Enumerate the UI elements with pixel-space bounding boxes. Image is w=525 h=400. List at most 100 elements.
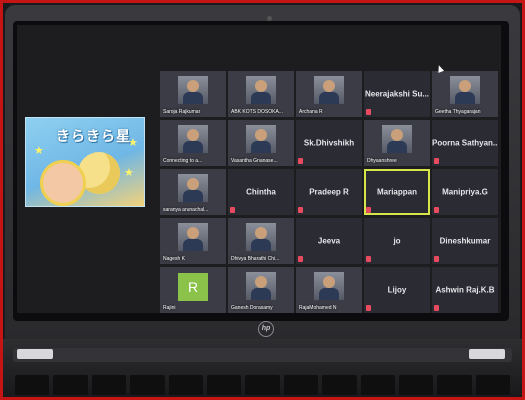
mic-muted-icon xyxy=(366,256,371,262)
shared-image-title: きらきら星 xyxy=(56,129,131,145)
person-head xyxy=(323,80,335,92)
participant-name: Jeeva xyxy=(317,236,341,246)
keyboard-key xyxy=(437,375,472,395)
participant-tile[interactable]: Nagesh K xyxy=(160,218,226,264)
person-head xyxy=(323,276,335,288)
participant-tile[interactable]: R Rajini xyxy=(160,267,226,313)
participant-tile[interactable]: Chintha xyxy=(228,169,294,215)
person-head xyxy=(187,178,199,190)
mic-muted-icon xyxy=(366,207,371,213)
participant-tile[interactable]: Ashwin Raj.K.B xyxy=(432,267,498,313)
person-head xyxy=(187,227,199,239)
person-body xyxy=(183,92,203,104)
person-body xyxy=(319,92,339,104)
participant-tile[interactable]: Jeeva xyxy=(296,218,362,264)
mic-muted-icon xyxy=(434,158,439,164)
person-body xyxy=(183,239,203,251)
keyboard-key xyxy=(322,375,357,395)
participant-tile[interactable]: Manipriya.G xyxy=(432,169,498,215)
participant-video xyxy=(450,76,480,104)
participant-tile[interactable]: saranya arunachal... xyxy=(160,169,226,215)
participant-name: saranya arunachal... xyxy=(163,207,209,213)
participant-name: Ganesh Dorasamy xyxy=(231,305,273,311)
shared-content-image: ★ ★ ★ きらきら星 xyxy=(25,117,145,207)
participant-tile[interactable]: Pradeep R xyxy=(296,169,362,215)
participant-video xyxy=(246,223,276,251)
participant-tile[interactable]: RajaMohamed N xyxy=(296,267,362,313)
participant-tile[interactable]: Sk.Dhivshikh xyxy=(296,120,362,166)
person-head xyxy=(391,129,403,141)
participant-tile[interactable]: Poorna Sathyan... xyxy=(432,120,498,166)
participant-tile[interactable]: Geetha Thyagarajan xyxy=(432,71,498,117)
mic-muted-icon xyxy=(434,305,439,311)
person-body xyxy=(455,92,475,104)
participant-name: Neerajakshi Su... xyxy=(364,89,430,99)
participant-name: Geetha Thyagarajan xyxy=(435,109,481,115)
participant-tile[interactable]: Archana R xyxy=(296,71,362,117)
person-body xyxy=(319,288,339,300)
person-head xyxy=(255,276,267,288)
participant-video xyxy=(246,272,276,300)
person-body xyxy=(183,190,203,202)
participant-video xyxy=(246,125,276,153)
webcam-icon xyxy=(267,16,272,21)
participant-tile[interactable]: Connecting to a... xyxy=(160,120,226,166)
participant-tile[interactable]: Mariappan xyxy=(364,169,430,215)
mic-muted-icon xyxy=(298,158,303,164)
participant-name: Saroja Rajkumar xyxy=(163,109,201,115)
participant-name: Dhivya Bharathi Chi... xyxy=(231,256,280,262)
child-illustration xyxy=(40,160,86,206)
participant-name: Archana R xyxy=(299,109,323,115)
hp-logo: hp xyxy=(258,321,274,337)
participant-name: ABK KOTS DOSOKA... xyxy=(231,109,283,115)
participant-name: Vasantha Gnanase... xyxy=(231,158,278,164)
person-body xyxy=(251,92,271,104)
person-body xyxy=(183,141,203,153)
laptop-hinge xyxy=(13,348,512,362)
keyboard-key xyxy=(15,375,50,395)
mic-muted-icon xyxy=(366,109,371,115)
participant-grid: Saroja Rajkumar ABK KOTS DOSOKA... Archana… xyxy=(160,71,500,313)
keyboard-key xyxy=(206,375,242,395)
participant-name: Mariappan xyxy=(376,187,417,197)
participant-tile[interactable]: Dineshkumar xyxy=(432,218,498,264)
participant-tile[interactable]: Dhivya Bharathi Chi... xyxy=(228,218,294,264)
participant-name: Ashwin Raj.K.B xyxy=(435,285,495,295)
participant-name: Chintha xyxy=(246,187,276,197)
photo-frame: ★ ★ ★ きらきら星 Saroja Rajkumar ABK KOTS DOSO… xyxy=(3,3,522,397)
participant-name: Nagesh K xyxy=(163,256,185,262)
person-body xyxy=(387,141,407,153)
participant-tile[interactable]: Vasantha Gnanase... xyxy=(228,120,294,166)
mic-muted-icon xyxy=(366,305,371,311)
participant-name: Rajini xyxy=(163,305,176,311)
person-head xyxy=(255,129,267,141)
participant-video xyxy=(178,223,208,251)
participant-name: Pradeep R xyxy=(309,187,349,197)
keyboard-key xyxy=(360,375,395,395)
participant-tile[interactable]: Ganesh Dorasamy xyxy=(228,267,294,313)
participant-name: Lijoy xyxy=(387,285,407,295)
participant-tile[interactable]: ABK KOTS DOSOKA... xyxy=(228,71,294,117)
participant-tile[interactable]: jo xyxy=(364,218,430,264)
mic-muted-icon xyxy=(298,256,303,262)
star-icon: ★ xyxy=(124,167,134,179)
keyboard-row xyxy=(15,375,511,395)
participant-video xyxy=(178,174,208,202)
hinge-left xyxy=(17,349,53,359)
participant-tile[interactable]: Dhyaanshree xyxy=(364,120,430,166)
keyboard-key xyxy=(398,375,434,395)
participant-tile[interactable]: Neerajakshi Su... xyxy=(364,71,430,117)
keyboard-key xyxy=(168,375,203,395)
mic-muted-icon xyxy=(434,207,439,213)
keyboard-key xyxy=(245,375,280,395)
participant-name: RajaMohamed N xyxy=(299,305,337,311)
person-head xyxy=(255,227,267,239)
participant-tile[interactable]: Saroja Rajkumar xyxy=(160,71,226,117)
hinge-right xyxy=(469,349,505,359)
person-head xyxy=(187,80,199,92)
person-body xyxy=(251,239,271,251)
participant-name: Dineshkumar xyxy=(439,236,491,246)
person-body xyxy=(251,141,271,153)
participant-video xyxy=(382,125,412,153)
participant-tile[interactable]: Lijoy xyxy=(364,267,430,313)
